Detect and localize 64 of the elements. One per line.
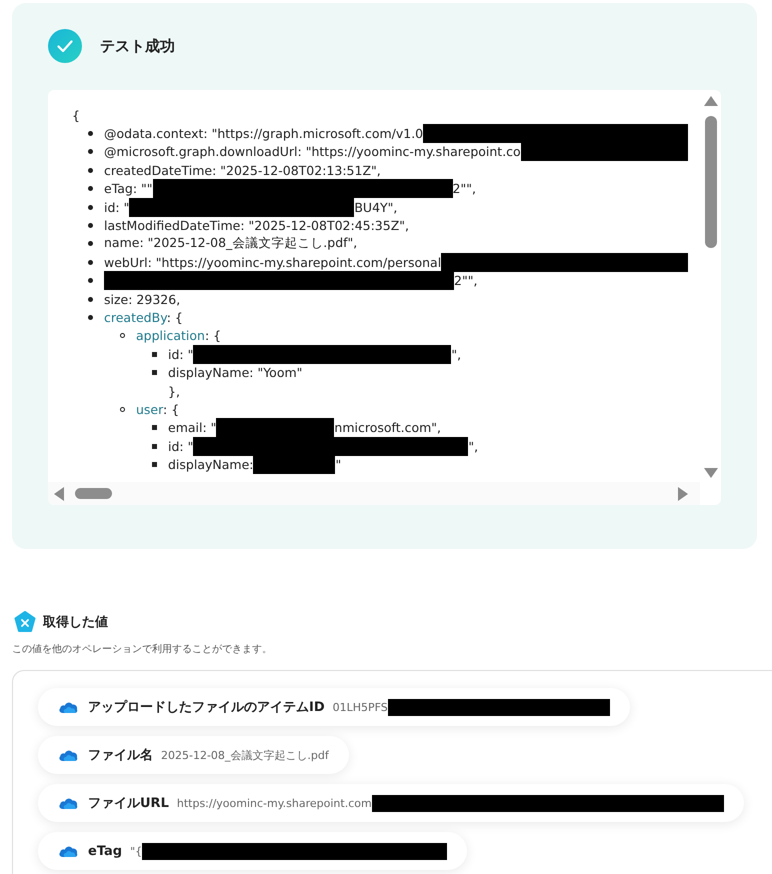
code-text: id: " — [168, 438, 194, 454]
cloud-icon — [58, 796, 78, 810]
code-text: email: " — [168, 420, 216, 436]
bullet-icon — [88, 131, 93, 136]
code-text: nmicrosoft.com", — [334, 420, 442, 436]
variable-icon — [14, 611, 36, 633]
code-text: createdBy: { — [104, 310, 183, 325]
bullet-icon — [88, 204, 93, 210]
scroll-right-icon[interactable] — [678, 486, 688, 500]
result-title: テスト成功 — [100, 36, 175, 56]
bullet-icon — [88, 149, 93, 154]
value-chip[interactable]: アップロードしたファイルのアイテムID 01LH5PFS — [38, 688, 630, 726]
bullet-icon — [152, 352, 157, 357]
bullet-icon — [88, 241, 93, 246]
code-text: size: 29326, — [104, 292, 180, 307]
code-text: ", — [468, 438, 478, 454]
code-text: displayName: — [168, 457, 254, 472]
code-text: }, — [168, 384, 180, 399]
check-icon — [48, 29, 82, 63]
code-text: BU4Y", — [354, 200, 398, 215]
code-text: { — [72, 108, 80, 123]
bullet-icon — [88, 278, 93, 284]
code-text: 2"", — [452, 181, 476, 196]
code-text: id: " — [168, 346, 194, 362]
code-text: createdDateTime: "2025-12-08T02:13:51Z", — [104, 162, 381, 178]
bullet-icon — [120, 406, 125, 412]
code-text: " — [335, 457, 342, 472]
code-text: lastModifiedDateTime: "2025-12-08T02:45:35Z", — [104, 218, 409, 234]
code-text: webUrl: "https://yoominc-my.sharepoint.com/personal — [104, 254, 442, 270]
bullet-icon — [88, 186, 93, 192]
section-description: この値を他のオペレーションで利用することができます。 — [12, 642, 273, 656]
cloud-icon — [58, 748, 78, 762]
code-text: displayName: "Yoom" — [168, 365, 302, 380]
bullet-icon — [88, 223, 93, 228]
code-text: eTag: "" — [104, 181, 153, 196]
cloud-icon — [58, 844, 78, 858]
bullet-icon — [152, 444, 157, 449]
bullet-icon — [88, 296, 93, 302]
code-text: name: "2025-12-08_会議文字起こし.pdf", — [104, 235, 358, 252]
bullet-icon — [152, 462, 157, 468]
bullet-icon — [152, 425, 157, 430]
code-text: application: { — [136, 328, 222, 344]
scroll-up-icon[interactable] — [704, 96, 718, 106]
section-title: 取得した値 — [43, 614, 108, 631]
scroll-down-icon[interactable] — [704, 468, 718, 478]
horizontal-scrollbar[interactable] — [48, 482, 700, 505]
bullet-icon — [88, 168, 93, 173]
scrollbar-thumb[interactable] — [705, 116, 717, 248]
value-chip[interactable]: ファイル名 2025-12-08_会議文字起こし.pdf — [38, 736, 349, 774]
bullet-icon — [88, 260, 93, 265]
scroll-left-icon[interactable] — [54, 486, 64, 500]
code-text: user: { — [136, 402, 180, 417]
code-text: 2"", — [454, 273, 478, 288]
bullet-icon — [88, 314, 93, 320]
code-text: id: " — [104, 200, 130, 215]
code-text: @microsoft.graph.downloadUrl: "https://yoominc-my.sharepoint.co — [104, 144, 521, 160]
value-chip[interactable]: ファイルURL https://yoominc-my.sharepoint.com — [38, 784, 744, 822]
cloud-icon — [58, 700, 78, 714]
code-text: @odata.context: "https://graph.microsoft.com/v1.0 — [104, 126, 424, 142]
code-text: ", — [451, 346, 462, 362]
value-chip[interactable]: eTag "{ — [38, 832, 468, 870]
bullet-icon — [152, 370, 157, 376]
scrollbar-thumb[interactable] — [75, 488, 112, 499]
bullet-icon — [120, 333, 125, 338]
